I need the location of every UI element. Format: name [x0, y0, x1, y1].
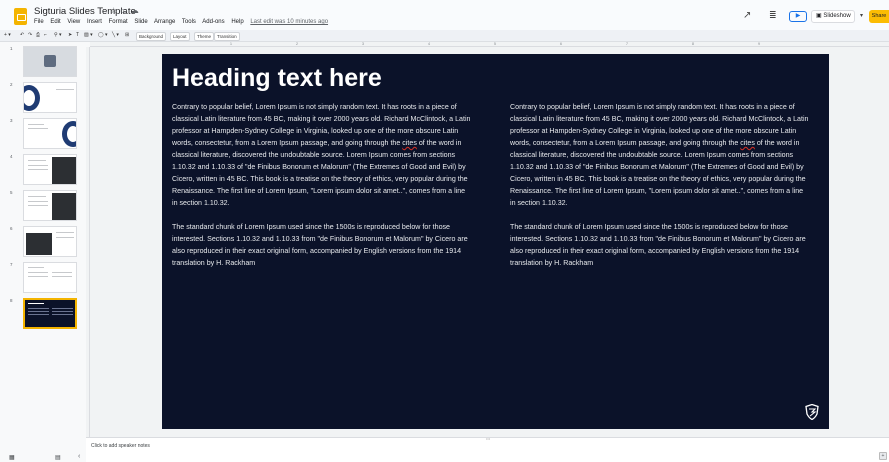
share-label: Share	[871, 13, 887, 19]
slide-thumbnail-1[interactable]	[23, 46, 77, 77]
misspelled-word: cites	[740, 139, 755, 147]
share-button[interactable]: Share	[869, 10, 889, 23]
slide-thumbnail-4[interactable]	[23, 154, 77, 185]
paint-format-icon[interactable]: ⌐	[44, 32, 47, 38]
layout-button[interactable]: Layout	[170, 31, 190, 41]
background-button[interactable]: Background	[136, 31, 167, 41]
left-text-column[interactable]: Contrary to popular belief, Lorem Ipsum …	[172, 101, 472, 281]
slide-thumbnail-8[interactable]	[23, 298, 77, 329]
toolbar: + ▾ ↶ ↷ ⎙ ⌐ ⚲ ▾ ➤ T ▨ ▾ ◯ ▾ ╲ ▾ ⊞ Backgr…	[0, 30, 889, 42]
slide-number: 6	[10, 226, 13, 231]
collapse-icon[interactable]: ‹	[78, 453, 80, 460]
camera-icon[interactable]: ▶	[789, 11, 807, 22]
cloud-icon[interactable]: ☁	[131, 6, 142, 15]
menu-help[interactable]: Help	[231, 19, 243, 25]
undo-icon[interactable]: ↶	[20, 32, 24, 38]
slide-canvas[interactable]: Heading text here Contrary to popular be…	[162, 54, 829, 429]
title-icons: ☆▭☁	[110, 6, 142, 15]
comment-icon[interactable]: ≣	[769, 10, 777, 21]
menu-file[interactable]: File	[34, 19, 44, 25]
slide-number: 7	[10, 262, 13, 267]
slide-number: 5	[10, 190, 13, 195]
slide-filmstrip: 1 2 3 4 5 6 7 8	[0, 42, 86, 462]
select-icon[interactable]: ➤	[68, 32, 72, 38]
explore-icon[interactable]: +	[879, 452, 887, 460]
zoom-icon[interactable]: ⚲ ▾	[54, 32, 62, 38]
slideshow-button[interactable]: ▣ Slideshow	[811, 10, 855, 23]
shape-icon[interactable]: ◯ ▾	[98, 32, 108, 38]
add-slide-icon[interactable]: + ▾	[4, 32, 11, 38]
trend-icon[interactable]: ↗	[743, 10, 751, 21]
theme-button[interactable]: Theme	[194, 31, 215, 41]
header-actions: ↗ ≣ ▶ ▣ Slideshow ▾ Share	[729, 0, 889, 30]
print-icon[interactable]: ⎙	[36, 32, 40, 38]
slide-number: 8	[10, 298, 13, 303]
chevron-down-icon[interactable]: ▾	[860, 12, 863, 19]
ruler-tick: 6	[560, 42, 562, 46]
slide-heading[interactable]: Heading text here	[172, 64, 382, 93]
menu-edit[interactable]: Edit	[50, 19, 60, 25]
ruler-tick: 9	[758, 42, 760, 46]
menu-arrange[interactable]: Arrange	[154, 19, 175, 25]
misspelled-word: cites	[402, 139, 417, 147]
line-icon[interactable]: ╲ ▾	[112, 32, 119, 38]
menu-slide[interactable]: Slide	[134, 19, 147, 25]
menu-insert[interactable]: Insert	[87, 19, 102, 25]
slide-thumbnail-3[interactable]	[23, 118, 77, 149]
slide-editor: Heading text here Contrary to popular be…	[90, 47, 889, 437]
menu-addons[interactable]: Add-ons	[202, 19, 224, 25]
ruler-tick: 7	[626, 42, 628, 46]
right-paragraph-2: The standard chunk of Lorem Ipsum used s…	[510, 223, 806, 267]
transition-button[interactable]: Transition	[214, 31, 240, 41]
slide-thumbnail-5[interactable]	[23, 190, 77, 221]
textbox-icon[interactable]: T	[76, 32, 79, 38]
shield-logo-icon	[805, 404, 819, 420]
slides-logo-icon[interactable]	[14, 8, 27, 25]
left-paragraph-2: The standard chunk of Lorem Ipsum used s…	[172, 223, 468, 267]
ruler-tick: 8	[692, 42, 694, 46]
left-para1-end: of the word in classical literature, dis…	[172, 139, 468, 207]
speaker-notes-placeholder[interactable]: Click to add speaker notes	[91, 443, 150, 449]
menu-tools[interactable]: Tools	[182, 19, 196, 25]
right-para1-end: of the word in classical literature, dis…	[510, 139, 806, 207]
redo-icon[interactable]: ↷	[28, 32, 32, 38]
right-paragraph-1: Contrary to popular belief, Lorem Ipsum …	[510, 101, 810, 209]
view-controls: ▦ ▤ ‹	[0, 453, 86, 462]
slides-app: Sigturia Slides Template ☆▭☁ File Edit V…	[0, 0, 889, 462]
menu-view[interactable]: View	[67, 19, 80, 25]
ruler-tick: 2	[296, 42, 298, 46]
menu-bar: File Edit View Insert Format Slide Arran…	[34, 19, 333, 25]
slide-number: 4	[10, 154, 13, 159]
star-icon[interactable]: ☆	[110, 6, 120, 15]
slide-number: 3	[10, 118, 13, 123]
ruler-tick: 4	[428, 42, 430, 46]
slide-thumbnail-7[interactable]	[23, 262, 77, 293]
folder-icon[interactable]: ▭	[120, 6, 131, 15]
slideshow-label: Slideshow	[823, 13, 851, 19]
ruler-tick: 3	[362, 42, 364, 46]
slide-thumbnail-6[interactable]	[23, 226, 77, 257]
comment-add-icon[interactable]: ⊞	[125, 32, 129, 38]
slide-thumbnail-2[interactable]	[23, 82, 77, 113]
last-edit-link[interactable]: Last edit was 10 minutes ago	[250, 19, 328, 25]
menu-format[interactable]: Format	[109, 19, 128, 25]
speaker-notes[interactable]: ••• Click to add speaker notes	[86, 436, 889, 462]
title-bar: Sigturia Slides Template ☆▭☁ File Edit V…	[0, 0, 889, 30]
ruler-tick: 5	[494, 42, 496, 46]
ruler-tick: 1	[230, 42, 232, 46]
list-view-icon[interactable]: ▤	[55, 454, 61, 461]
grid-view-icon[interactable]: ▦	[9, 454, 15, 461]
right-text-column[interactable]: Contrary to popular belief, Lorem Ipsum …	[510, 101, 810, 281]
slide-number: 1	[10, 46, 13, 51]
notes-resize-handle[interactable]: •••	[486, 436, 490, 441]
left-paragraph-1: Contrary to popular belief, Lorem Ipsum …	[172, 101, 472, 209]
image-icon[interactable]: ▨ ▾	[84, 32, 93, 38]
slide-number: 2	[10, 82, 13, 87]
